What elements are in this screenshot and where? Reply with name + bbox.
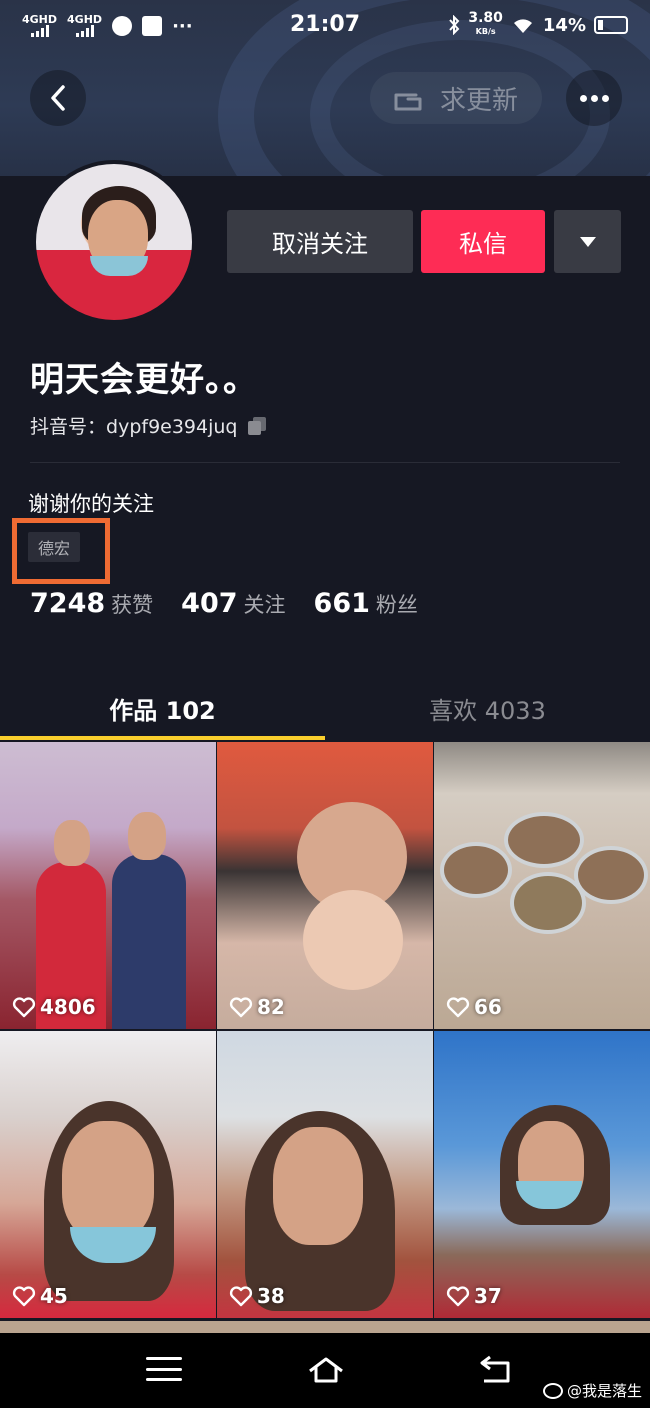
more-dots-icon [579, 94, 587, 102]
message-button[interactable]: 私信 [421, 210, 545, 273]
heart-outline-icon [446, 1286, 470, 1307]
video-thumbnail[interactable]: 37 [434, 1031, 650, 1318]
profile-name: 明天会更好。。 [30, 360, 258, 400]
video-likes-count: 4806 [40, 995, 96, 1019]
chevron-left-icon [51, 85, 65, 111]
more-button[interactable] [566, 70, 622, 126]
heart-outline-icon [229, 997, 253, 1018]
video-thumbnail[interactable]: 38 [217, 1031, 433, 1318]
divider [30, 462, 620, 463]
likes-count: 7248 [30, 588, 106, 619]
home-icon[interactable] [306, 1353, 346, 1385]
next-row-peek [0, 1321, 650, 1333]
battery-icon [594, 16, 628, 34]
video-likes: 37 [446, 1284, 502, 1308]
status-bar: 4GHD 4GHD ··· 21:07 3.80 KB/s 14% [0, 0, 650, 52]
network-speed: 3.80 KB/s [468, 10, 503, 36]
followers-label: 粉丝 [375, 593, 418, 617]
video-likes-count: 37 [474, 1284, 502, 1308]
triangle-down-icon [579, 236, 596, 247]
request-update-button[interactable]: 求更新 [370, 72, 542, 124]
douyin-id-row: 抖音号：dypf9e394juq [30, 412, 266, 439]
following-stat[interactable]: 407 关注 [181, 588, 285, 619]
video-likes-count: 45 [40, 1284, 68, 1308]
recent-apps-button[interactable] [146, 1353, 182, 1385]
battery-percent: 14% [542, 14, 586, 36]
followers-stat[interactable]: 661 粉丝 [314, 588, 418, 619]
heart-outline-icon [229, 1286, 253, 1307]
video-likes: 82 [229, 995, 285, 1019]
heart-outline-icon [12, 997, 36, 1018]
video-likes-count: 82 [257, 995, 285, 1019]
request-update-label: 求更新 [439, 85, 518, 116]
followers-count: 661 [313, 588, 370, 619]
douyin-id-value: dypf9e394juq [106, 416, 238, 438]
back-arrow-icon[interactable] [478, 1353, 514, 1385]
unfollow-button[interactable]: 取消关注 [227, 210, 413, 273]
video-likes-count: 38 [257, 1284, 285, 1308]
watermark-text: @我是落生 [566, 1382, 642, 1400]
video-thumbnail[interactable]: 82 [217, 742, 433, 1029]
wifi-icon [513, 19, 532, 33]
copy-icon[interactable] [247, 416, 266, 435]
following-label: 关注 [243, 593, 286, 617]
video-thumbnail[interactable]: 45 [0, 1031, 216, 1318]
likes-stat[interactable]: 7248 获赞 [30, 588, 153, 619]
video-thumbnail[interactable]: 66 [434, 742, 650, 1029]
hand-pointer-icon [394, 93, 422, 111]
video-likes: 66 [446, 995, 502, 1019]
more-actions-dropdown-button[interactable] [554, 210, 621, 273]
profile-tabs: 作品 102 喜欢 4033 [0, 676, 650, 740]
menu-icon [146, 1357, 182, 1360]
bluetooth-icon [449, 15, 460, 35]
video-grid: 4806 82 66 45 38 37 [0, 742, 650, 1318]
likes-label: 获赞 [111, 593, 154, 617]
heart-outline-icon [446, 997, 470, 1018]
video-thumbnail[interactable]: 4806 [0, 742, 216, 1029]
weibo-logo-icon [542, 1382, 563, 1399]
video-likes-count: 66 [474, 995, 502, 1019]
tab-indicator [0, 736, 325, 740]
douyin-id-label: 抖音号： [30, 416, 107, 438]
profile-bio: 谢谢你的关注 [28, 492, 154, 516]
video-likes: 38 [229, 1284, 285, 1308]
profile-stats: 7248 获赞 407 关注 661 粉丝 [30, 588, 418, 619]
video-likes: 45 [12, 1284, 68, 1308]
avatar[interactable] [32, 160, 196, 324]
annotation-highlight-box [12, 518, 110, 584]
tab-works[interactable]: 作品 102 [0, 676, 325, 740]
weibo-watermark: @我是落生 [542, 1380, 642, 1401]
tab-liked[interactable]: 喜欢 4033 [325, 676, 650, 740]
following-count: 407 [181, 588, 238, 619]
video-likes: 4806 [12, 995, 96, 1019]
heart-outline-icon [12, 1286, 36, 1307]
back-button[interactable] [30, 70, 86, 126]
